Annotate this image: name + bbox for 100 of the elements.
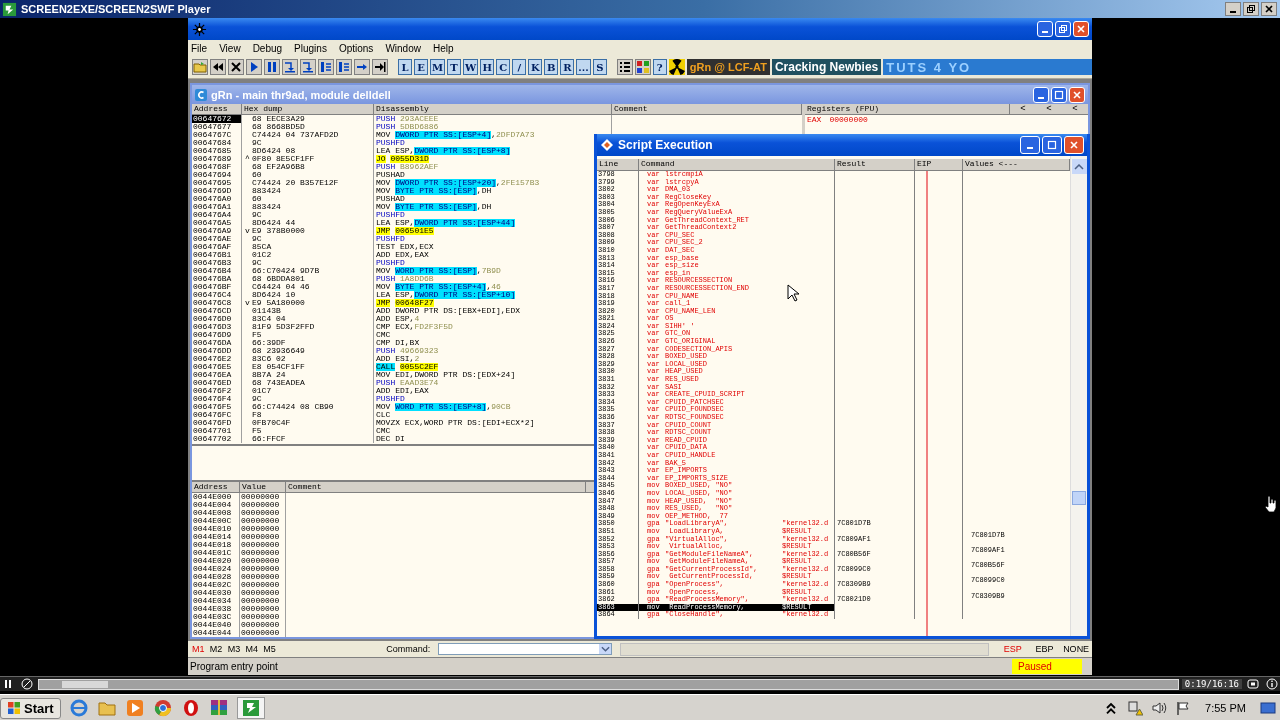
maximize-button[interactable] <box>1051 86 1067 103</box>
jump-marker: ^ <box>244 155 251 163</box>
step-icon[interactable] <box>282 59 298 75</box>
hex-cell: 9C <box>252 139 262 147</box>
value-cell: 00000000 <box>240 533 286 541</box>
window-title: gRn - main thr9ad, module delldell <box>211 88 391 101</box>
till-icon[interactable] <box>354 59 370 75</box>
toolbar-button[interactable]: L <box>398 59 412 75</box>
scrollbar[interactable] <box>1070 156 1087 636</box>
archive-icon[interactable] <box>208 698 229 718</box>
operand: 7B9D <box>481 267 501 275</box>
close-button[interactable] <box>1261 2 1277 16</box>
column-header[interactable]: Hex dump <box>242 104 374 114</box>
list-icon[interactable] <box>616 59 633 75</box>
menu-item[interactable]: Debug <box>252 42 283 54</box>
taskbar-app-button[interactable] <box>236 697 265 719</box>
toolbar-button[interactable]: B <box>544 59 559 75</box>
toolbar-button[interactable]: C <box>496 59 511 75</box>
mnemonic: LEA <box>376 291 391 299</box>
toolbar-button[interactable]: / <box>512 59 527 75</box>
column-header[interactable]: Command <box>639 159 835 170</box>
trace-icon[interactable] <box>336 59 352 75</box>
help-button[interactable]: ? <box>652 59 667 75</box>
address-cell: 006476F4 <box>192 395 242 403</box>
rewind-icon[interactable] <box>210 59 226 75</box>
minimize-button[interactable] <box>1225 2 1241 16</box>
value-cell: 00000000 <box>240 493 286 501</box>
menu-item[interactable]: Help <box>432 42 454 54</box>
speaker-icon[interactable] <box>1151 700 1168 716</box>
toolbar-button[interactable]: S <box>592 59 607 75</box>
restore-button[interactable] <box>1243 2 1259 16</box>
column-header[interactable]: Result <box>835 159 915 170</box>
trace-icon[interactable] <box>318 59 334 75</box>
column-header[interactable]: EIP <box>915 159 963 170</box>
command-field[interactable] <box>438 643 613 655</box>
start-button[interactable]: Start <box>0 697 61 719</box>
step-icon[interactable] <box>300 59 316 75</box>
minimize-icon <box>1230 11 1236 13</box>
toolbar-button[interactable]: W <box>463 59 479 75</box>
scroll-arrow[interactable]: < <box>1062 104 1088 114</box>
clock[interactable]: 7:55 PM <box>1205 702 1246 714</box>
menu-item[interactable]: Window <box>385 42 421 54</box>
scroll-arrow[interactable]: < <box>1036 104 1062 114</box>
toolbar-button[interactable]: H <box>480 59 495 75</box>
register-tab[interactable]: EBP <box>1028 644 1061 654</box>
dropdown-button[interactable] <box>599 644 612 654</box>
operand: DWORD PTR SS:[ESP+20] <box>395 179 497 187</box>
marker-tab[interactable]: M1 <box>192 644 210 654</box>
hex-cell: F5 <box>252 427 262 435</box>
goto-icon[interactable] <box>372 59 388 75</box>
bug-icon <box>192 21 207 37</box>
marker-tab[interactable]: M2 <box>209 644 228 654</box>
column-header[interactable]: Address <box>192 104 242 114</box>
chrome-icon[interactable] <box>152 698 173 718</box>
scroll-arrow[interactable]: < <box>1010 104 1036 114</box>
menu-item[interactable]: Plugins <box>294 42 327 54</box>
hex-cell: 01143B <box>252 307 281 315</box>
play-icon[interactable] <box>246 59 262 75</box>
marker-tab[interactable]: M5 <box>263 644 282 654</box>
close-icon[interactable] <box>228 59 244 75</box>
toolbar-button[interactable]: E <box>414 59 428 75</box>
toolbar-button[interactable]: R <box>560 59 575 75</box>
toolbar-button[interactable]: M <box>430 59 446 75</box>
value-cell: 00000000 <box>240 557 286 565</box>
toolbar-button[interactable]: T <box>447 59 462 75</box>
column-header[interactable]: Value <box>240 482 286 492</box>
column-header[interactable]: Comment <box>612 104 802 114</box>
operand: EDX,EAX <box>395 251 429 259</box>
browser-icon[interactable] <box>68 698 89 718</box>
column-header[interactable]: Registers (FPU) <box>805 104 1010 114</box>
network-warning-icon[interactable] <box>1127 700 1144 716</box>
media-player-icon[interactable] <box>124 698 145 718</box>
menu-item[interactable]: File <box>191 42 208 54</box>
banner-logo: Cracking Newbies <box>771 59 882 75</box>
stop-button[interactable] <box>19 677 35 691</box>
address-cell: 006476C4 <box>192 291 242 299</box>
column-header[interactable]: Comment <box>286 482 586 492</box>
fullscreen-button[interactable] <box>1245 677 1261 691</box>
menu-item[interactable]: View <box>219 42 241 54</box>
fullscreen-icon <box>1247 678 1259 690</box>
column-header[interactable]: Address <box>192 482 240 492</box>
menu-item[interactable]: Options <box>338 42 374 54</box>
scroll-up-icon[interactable] <box>1074 163 1084 170</box>
show-desktop-icon[interactable] <box>1260 700 1276 716</box>
grid-icon[interactable] <box>634 59 651 75</box>
pause-icon[interactable] <box>264 59 280 75</box>
progress-thumb[interactable] <box>61 680 108 688</box>
maximize-button[interactable] <box>1042 136 1062 154</box>
info-button[interactable] <box>1264 677 1280 691</box>
address-cell: 00647672 <box>192 115 242 123</box>
scroll-thumb[interactable] <box>1072 491 1086 505</box>
flag-icon[interactable] <box>1175 700 1192 716</box>
toolbar-button[interactable]: ... <box>576 59 591 75</box>
marker-tab[interactable]: M3 <box>227 644 246 654</box>
column-header[interactable]: Disassembly <box>374 104 612 114</box>
register-tab[interactable]: NONE <box>1060 644 1092 654</box>
column-header[interactable]: Line <box>597 159 639 170</box>
toolbar-button[interactable]: K <box>528 59 543 75</box>
marker-tab[interactable]: M4 <box>245 644 264 654</box>
register-tab[interactable]: ESP <box>996 644 1029 654</box>
